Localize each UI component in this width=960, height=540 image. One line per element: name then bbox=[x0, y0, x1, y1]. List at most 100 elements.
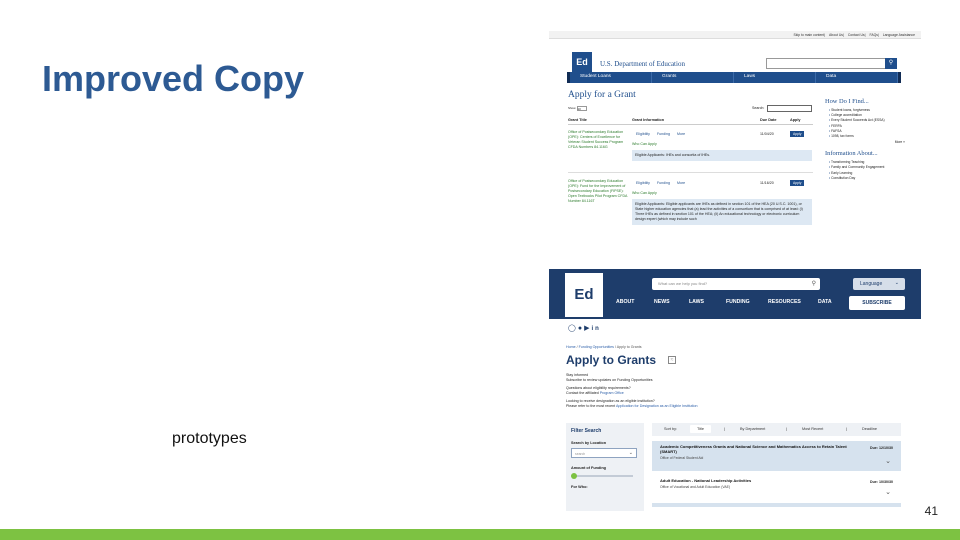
language-label: Language bbox=[860, 281, 883, 287]
nav-item-news[interactable]: NEWS bbox=[654, 299, 670, 305]
subscribe-line: Subscribe to review updates on Funding O… bbox=[566, 377, 653, 382]
ed-logo[interactable]: Ed bbox=[565, 273, 603, 317]
looking-text: Looking to receive designation as an eli… bbox=[566, 399, 655, 404]
search-input[interactable]: What can we help you find? ⚲ bbox=[652, 278, 820, 290]
column-due-date[interactable]: Due Date bbox=[760, 118, 776, 122]
result-title[interactable]: Academic Competitiveness Grants and Nati… bbox=[660, 444, 848, 455]
stay-informed-text: Stay informed bbox=[566, 373, 589, 377]
table-row: Office of Postsecondary Education (OPE):… bbox=[568, 176, 813, 242]
sidebar-link[interactable]: 1098, tax forms bbox=[829, 134, 915, 139]
filter-panel: Filter Search Search by Location search … bbox=[566, 423, 644, 511]
slider-track bbox=[571, 475, 633, 477]
instagram-icon[interactable]: ◯ bbox=[568, 325, 578, 332]
utility-link[interactable]: Skip to main content bbox=[793, 33, 824, 37]
result-title[interactable]: Adult Education - National Leadership Ac… bbox=[660, 478, 848, 484]
location-placeholder: search bbox=[575, 452, 586, 456]
rss-icon[interactable]: ≈ bbox=[668, 356, 676, 364]
sidebar-link[interactable]: Constitution Day bbox=[829, 176, 915, 181]
program-office-link[interactable]: Program Office bbox=[600, 391, 624, 395]
application-designation-link[interactable]: Application for Designation as an Eligib… bbox=[616, 404, 698, 408]
filter-heading: Filter Search bbox=[571, 428, 602, 434]
refer-prefix: Please refer to the most recent bbox=[566, 403, 616, 408]
grant-actions: Eligibility Funding More bbox=[636, 181, 691, 185]
due-date: 11/04/20 bbox=[760, 132, 774, 136]
more-link[interactable]: More » bbox=[825, 140, 905, 144]
nav-item-student-loans[interactable]: Student Loans bbox=[570, 72, 652, 83]
chevron-down-icon[interactable]: ⌄ bbox=[885, 488, 891, 496]
site-header: Ed What can we help you find? ⚲ Language… bbox=[549, 269, 921, 319]
information-about-list: Transforming Teaching Family and Communi… bbox=[829, 160, 915, 181]
search-button[interactable]: ⚲ bbox=[885, 58, 897, 69]
utility-link[interactable]: Language Assistance bbox=[883, 33, 915, 37]
utility-link[interactable]: FAQs bbox=[869, 33, 877, 37]
slider-handle[interactable] bbox=[571, 473, 577, 479]
questions-text: Questions about eligibility requirements… bbox=[566, 386, 631, 391]
who-can-apply-link[interactable]: Who Can Apply bbox=[632, 191, 657, 195]
funding-link[interactable]: Funding bbox=[657, 132, 670, 136]
breadcrumb-funding[interactable]: Funding Opportunities bbox=[579, 345, 614, 349]
nav-item-data[interactable]: Data bbox=[816, 72, 898, 83]
sort-option-title[interactable]: Title bbox=[690, 425, 712, 433]
nav-item-resources[interactable]: RESOURCES bbox=[768, 299, 801, 305]
location-select[interactable]: search ⌄ bbox=[571, 448, 637, 458]
show-entries: Show 10 bbox=[568, 106, 587, 111]
search-placeholder: What can we help you find? bbox=[658, 281, 708, 286]
utility-link[interactable]: About Us bbox=[829, 33, 843, 37]
slide-caption: prototypes bbox=[172, 430, 247, 447]
site-header: Ed U.S. Department of Education ⚲ bbox=[549, 39, 921, 73]
linkedin-icon[interactable]: in bbox=[591, 326, 600, 332]
result-due: Due: 12/10/30 bbox=[870, 446, 893, 450]
grant-actions: Eligibility Funding More bbox=[636, 132, 691, 136]
more-link[interactable]: More bbox=[677, 132, 685, 136]
ed-logo[interactable]: Ed bbox=[572, 52, 592, 73]
nav-item-about[interactable]: ABOUT bbox=[616, 299, 634, 305]
chevron-down-icon[interactable]: ⌄ bbox=[885, 457, 891, 465]
language-select[interactable]: Language ⌄ bbox=[853, 278, 905, 290]
result-office: Office of Vocational and Adult Education… bbox=[660, 484, 730, 489]
table-search-input[interactable] bbox=[767, 105, 812, 112]
apply-button[interactable]: Apply bbox=[790, 131, 805, 137]
funding-label: Amount of Funding bbox=[571, 466, 607, 470]
chevron-down-icon: ⌄ bbox=[894, 280, 899, 286]
result-due: Due: 10/30/30 bbox=[870, 480, 893, 484]
grant-title-link[interactable]: Office of Postsecondary Education (OPE):… bbox=[568, 179, 628, 204]
more-link[interactable]: More bbox=[677, 181, 685, 185]
funding-slider[interactable] bbox=[571, 473, 633, 479]
eligibility-link[interactable]: Eligibility bbox=[636, 181, 650, 185]
search-icon[interactable]: ⚲ bbox=[812, 280, 816, 287]
nav-item-grants[interactable]: Grants bbox=[652, 72, 734, 83]
sort-option-department[interactable]: By Department bbox=[740, 427, 765, 431]
search-icon: ⚲ bbox=[888, 60, 894, 66]
agency-name[interactable]: U.S. Department of Education bbox=[600, 60, 685, 68]
nav-item-laws[interactable]: LAWS bbox=[689, 299, 704, 305]
social-links: ◯●▶in bbox=[568, 324, 601, 332]
eligibility-panel: Eligible Applicants: Eligible applicants… bbox=[632, 199, 812, 225]
breadcrumb-current: Apply to Grants bbox=[616, 345, 642, 349]
for-who-label: For Who: bbox=[571, 485, 588, 489]
subscribe-button[interactable]: SUBSCRIBE bbox=[849, 296, 905, 310]
result-item[interactable]: Adult Education - National Leadership Ac… bbox=[652, 475, 901, 507]
nav-item-data[interactable]: DATA bbox=[818, 299, 832, 305]
show-select[interactable]: 10 bbox=[576, 106, 587, 111]
nav-item-laws[interactable]: Laws bbox=[734, 72, 816, 83]
who-can-apply-link[interactable]: Who Can Apply bbox=[632, 142, 657, 146]
result-office: Office of Federal Student Aid bbox=[660, 455, 704, 460]
column-grant-title[interactable]: Grant Title bbox=[568, 118, 587, 122]
sidebar: How Do I Find... Student loans, forgiven… bbox=[825, 98, 915, 181]
nav-item-funding[interactable]: FUNDING bbox=[726, 299, 750, 305]
search-input[interactable] bbox=[766, 58, 886, 69]
funding-link[interactable]: Funding bbox=[657, 181, 670, 185]
contact-prefix: Contact the affiliated bbox=[566, 390, 599, 395]
grant-title-link[interactable]: Office of Postsecondary Education (OPE):… bbox=[568, 130, 628, 150]
sort-option-deadline[interactable]: Deadline bbox=[862, 427, 877, 431]
accent-bar bbox=[0, 529, 960, 540]
eligibility-link[interactable]: Eligibility bbox=[636, 132, 650, 136]
breadcrumb-home[interactable]: Home bbox=[566, 345, 576, 349]
intro-text: Stay informed Subscribe to review update… bbox=[566, 373, 697, 413]
page-number: 41 bbox=[924, 504, 938, 518]
information-about-heading: Information About... bbox=[825, 150, 878, 158]
utility-link[interactable]: Contact Us bbox=[848, 33, 865, 37]
apply-button[interactable]: Apply bbox=[790, 180, 805, 186]
result-item[interactable]: Academic Competitiveness Grants and Nati… bbox=[652, 441, 901, 471]
sort-option-recent[interactable]: Most Recent bbox=[802, 427, 823, 431]
